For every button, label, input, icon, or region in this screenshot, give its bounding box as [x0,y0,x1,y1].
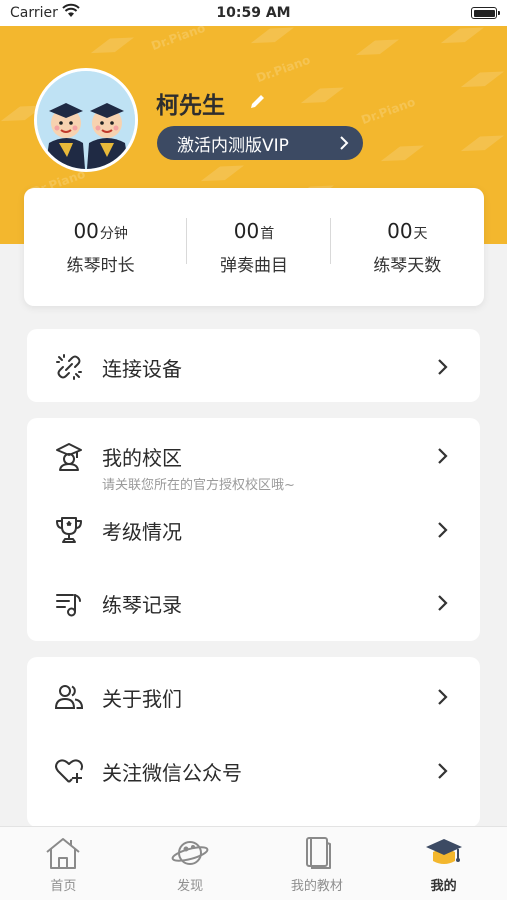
chevron-right-icon [438,522,448,538]
home-icon [46,838,81,869]
stat-unit: 分钟 [99,225,128,242]
chevron-right-icon [438,763,448,779]
watermark-cap-icon [88,31,137,64]
avatar-image [37,71,135,169]
avatar[interactable] [34,68,138,172]
menu-item-about-us[interactable]: 关于我们 [27,661,480,731]
menu-item-follow-wechat[interactable]: 关注微信公众号 [27,735,480,805]
menu-item-my-campus[interactable]: 我的校区 请关联您所在的官方授权校区哦~ [27,420,480,496]
chevron-right-icon [438,689,448,705]
tab-label: 首页 [50,879,77,894]
planet-icon [171,841,209,865]
chevron-right-icon [438,595,448,611]
stat-label: 练琴时长 [66,255,135,276]
battery-icon [471,7,500,19]
stat-divider [186,218,187,264]
stat-value: 00 [233,218,260,243]
tab-discover[interactable]: 发现 [127,827,254,900]
chevron-right-icon [340,136,349,150]
stat-value: 00 [73,218,99,243]
learning-card: 我的校区 请关联您所在的官方授权校区哦~ 考级情况 练琴记录 [27,418,480,641]
stat-practice-days: 00天 练琴天数 [331,188,484,306]
watermark-cap-icon [248,26,297,53]
chevron-right-icon [438,359,448,375]
menu-item-practice-record[interactable]: 练琴记录 [27,567,480,637]
music-list-icon [56,594,81,617]
stat-label: 练琴天数 [373,255,442,276]
graduation-cap-icon [425,839,462,864]
watermark-cap-icon [438,26,487,53]
trophy-icon [56,517,82,543]
menu-item-connect-device[interactable]: 连接设备 [27,331,480,401]
users-icon [54,685,84,709]
tab-label: 我的教材 [290,879,343,894]
menu-item-label: 考级情况 [102,520,182,544]
activate-vip-button[interactable]: 激活内测版VIP [157,126,363,160]
watermark-text: Dr.Piano [149,26,208,54]
stat-unit: 首 [260,225,275,242]
practice-stats-card: 00分钟 练琴时长 00首 弹奏曲目 00天 练琴天数 [24,188,484,306]
bottom-tab-bar: 首页 发现 我的教材 我的 [0,826,507,900]
menu-item-exam-status[interactable]: 考级情况 [27,494,480,564]
connect-card: 连接设备 [27,329,480,402]
info-card: 关于我们 关注微信公众号 [27,657,480,827]
tab-label: 我的 [430,879,457,894]
tab-mine[interactable]: 我的 [380,827,507,900]
stat-value: 00 [387,218,413,243]
menu-item-label: 关于我们 [102,687,182,711]
book-icon [305,837,331,869]
menu-item-label: 练琴记录 [102,593,182,617]
watermark-cap-icon [458,129,507,162]
watermark-cap-icon [458,65,507,98]
tab-home[interactable]: 首页 [0,827,127,900]
watermark-cap-icon [298,81,347,114]
stat-songs-played: 00首 弹奏曲目 [177,188,330,306]
menu-item-label: 我的校区 [102,446,182,470]
watermark-cap-icon [198,159,247,192]
stat-practice-duration: 00分钟 练琴时长 [24,188,177,306]
username: 柯先生 [156,93,225,119]
clock: 10:59 AM [216,5,291,21]
stat-unit: 天 [413,225,428,242]
menu-item-label: 连接设备 [102,357,182,381]
stat-divider [330,218,331,264]
stat-label: 弹奏曲目 [219,255,288,276]
watermark-text: Dr.Piano [254,52,313,86]
menu-item-label: 关注微信公众号 [102,761,242,785]
heart-plus-icon [55,759,84,783]
tab-label: 发现 [177,879,204,894]
tab-my-textbooks[interactable]: 我的教材 [254,827,381,900]
watermark-text: Dr.Piano [359,94,418,128]
menu-item-hint: 请关联您所在的官方授权校区哦~ [102,478,295,493]
campus-icon [56,443,82,471]
pencil-icon[interactable] [248,91,268,111]
vip-label: 激活内测版VIP [177,135,289,156]
chevron-right-icon [438,448,448,464]
watermark-cap-icon [378,139,427,172]
watermark-cap-icon [353,33,402,66]
status-bar: Carrier 10:59 AM [0,0,507,26]
link-icon [56,354,82,380]
